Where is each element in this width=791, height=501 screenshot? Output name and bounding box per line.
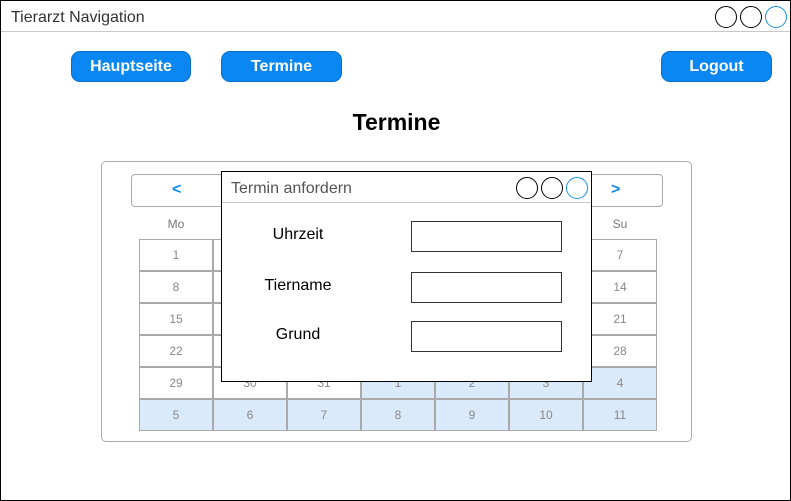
weekday-label: Mo bbox=[167, 217, 185, 231]
next-month-button[interactable]: > bbox=[611, 181, 620, 199]
appointment-request-dialog: Termin anfordern Uhrzeit Tiername Grund bbox=[221, 171, 592, 382]
calendar-day[interactable]: 4 bbox=[583, 367, 657, 399]
calendar-day[interactable]: 8 bbox=[361, 399, 435, 431]
calendar-day[interactable]: 11 bbox=[583, 399, 657, 431]
calendar-day[interactable]: 28 bbox=[583, 335, 657, 367]
home-button[interactable]: Hauptseite bbox=[71, 51, 191, 82]
dialog-title-bar: Termin anfordern bbox=[222, 172, 591, 203]
calendar-day[interactable]: 6 bbox=[213, 399, 287, 431]
calendar-day[interactable]: 5 bbox=[139, 399, 213, 431]
title-bar: Tierarzt Navigation bbox=[1, 1, 790, 32]
dialog-minimize-button[interactable] bbox=[516, 177, 538, 199]
dialog-close-button[interactable] bbox=[566, 177, 588, 199]
calendar-day[interactable]: 21 bbox=[583, 303, 657, 335]
minimize-button[interactable] bbox=[715, 6, 737, 28]
reason-label: Grund bbox=[275, 326, 321, 343]
time-label: Uhrzeit bbox=[272, 226, 324, 243]
appointments-button[interactable]: Termine bbox=[221, 51, 342, 82]
calendar-day[interactable]: 29 bbox=[139, 367, 213, 399]
calendar-day[interactable]: 8 bbox=[139, 271, 213, 303]
prev-month-button[interactable]: < bbox=[172, 181, 181, 199]
time-input[interactable] bbox=[411, 221, 562, 252]
logout-button[interactable]: Logout bbox=[661, 51, 772, 82]
dialog-title: Termin anfordern bbox=[231, 180, 352, 197]
calendar-day[interactable]: 7 bbox=[583, 239, 657, 271]
reason-input[interactable] bbox=[411, 321, 562, 352]
main-window: Tierarzt Navigation Hauptseite Termine L… bbox=[0, 0, 791, 501]
weekday-label: Su bbox=[612, 217, 628, 231]
calendar-day[interactable]: 9 bbox=[435, 399, 509, 431]
close-button[interactable] bbox=[765, 6, 787, 28]
dialog-maximize-button[interactable] bbox=[541, 177, 563, 199]
calendar-day[interactable]: 7 bbox=[287, 399, 361, 431]
pet-name-input[interactable] bbox=[411, 272, 562, 303]
pet-name-label: Tiername bbox=[264, 277, 332, 294]
calendar-day[interactable]: 22 bbox=[139, 335, 213, 367]
page-title: Termine bbox=[352, 109, 441, 135]
window-title: Tierarzt Navigation bbox=[11, 9, 145, 26]
calendar-day[interactable]: 14 bbox=[583, 271, 657, 303]
calendar-day[interactable]: 15 bbox=[139, 303, 213, 335]
calendar-day[interactable]: 1 bbox=[139, 239, 213, 271]
maximize-button[interactable] bbox=[740, 6, 762, 28]
calendar-day[interactable]: 10 bbox=[509, 399, 583, 431]
